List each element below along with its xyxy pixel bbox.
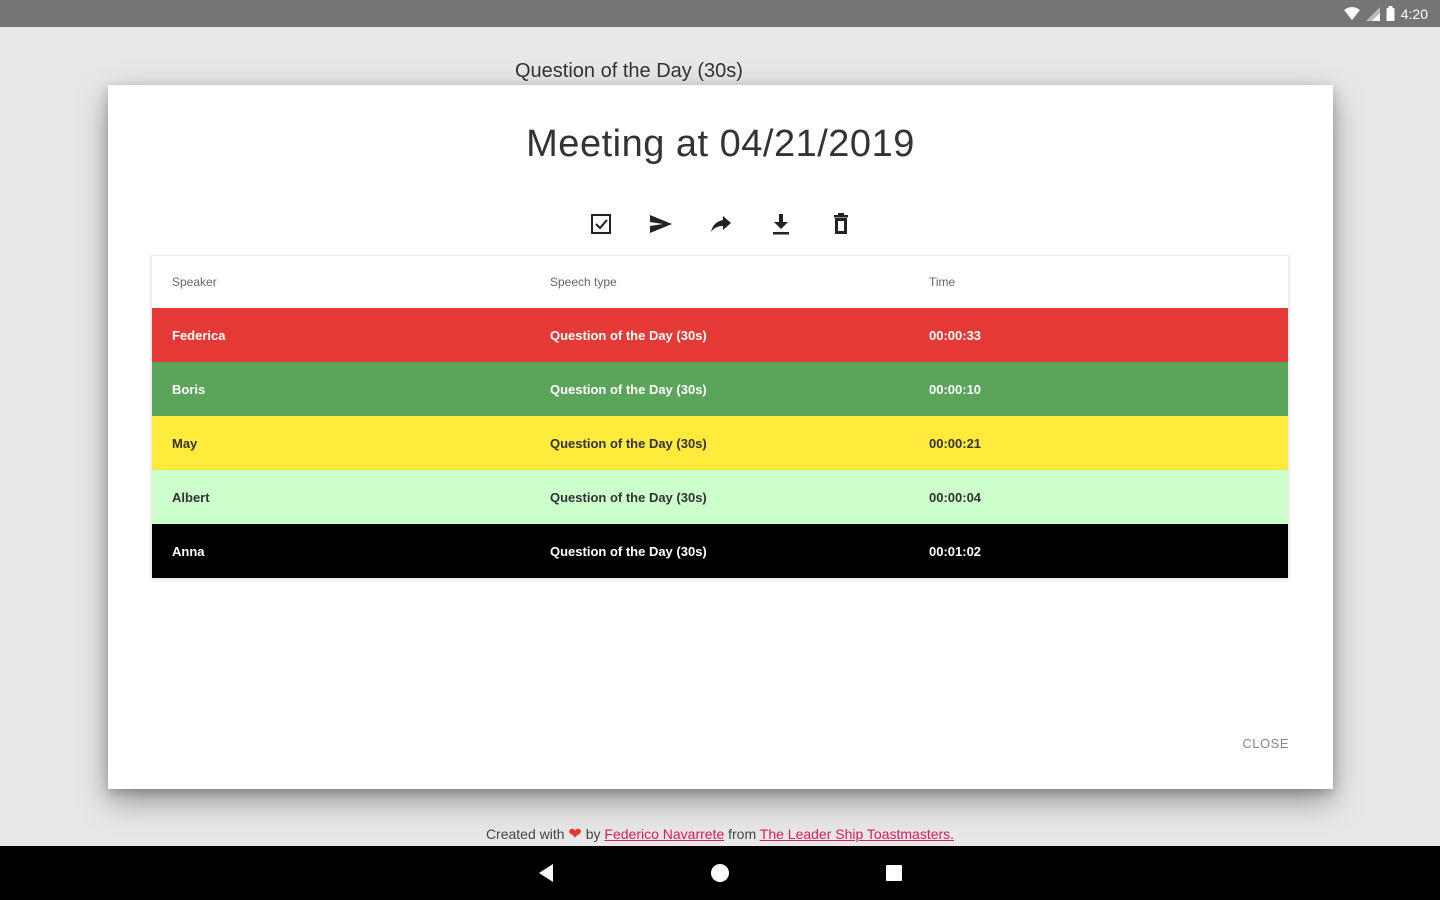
time-cell: 00:00:33 [929,327,982,343]
background-title: Question of the Day (30s) [515,60,743,82]
navigation-bar [0,846,1440,900]
table-row[interactable]: Albert Question of the Day (30s) 00:00:04 [152,470,1288,524]
club-link[interactable]: The Leader Ship Toastmasters. [760,826,954,842]
footer-prefix: Created with [485,826,565,842]
home-icon[interactable] [708,861,732,885]
delete-icon[interactable] [829,211,853,237]
speaker-cell: Federica [172,327,226,343]
speaker-cell: Albert [172,489,210,505]
footer-from: from [728,826,757,842]
time-cell: 00:00:21 [929,435,982,451]
speaker-cell: May [172,435,198,451]
dialog-title: Meeting at 04/21/2019 [526,123,915,165]
header-time: Time [929,275,956,289]
table-body: Federica Question of the Day (30s) 00:00:3… [152,308,1288,578]
time-cell: 00:00:10 [929,381,982,397]
download-icon[interactable] [769,211,793,237]
table-row[interactable]: Federica Question of the Day (30s) 00:00:3… [152,308,1288,362]
toolbar [108,211,1333,237]
header-speaker: Speaker [172,275,217,289]
table-row[interactable]: May Question of the Day (30s) 00:00:21 [152,416,1288,470]
speaker-cell: Boris [172,381,206,397]
meeting-dialog: Meeting at 04/21/2019 Speaker Speech typ… [108,85,1333,789]
speech-type-cell: Question of the Day (30s) [550,327,707,343]
wifi-icon [1343,6,1360,21]
recents-icon[interactable] [882,861,906,885]
table-header: Speaker Speech type Time [152,256,1288,308]
speaker-cell: Anna [172,543,205,559]
time-cell: 00:00:04 [929,489,982,505]
speech-type-cell: Question of the Day (30s) [550,381,707,397]
speech-type-cell: Question of the Day (30s) [550,543,707,559]
speeches-table: Speaker Speech type Time Federica Questio… [151,255,1289,579]
speech-type-cell: Question of the Day (30s) [550,489,707,505]
status-time: 4:20 [1400,5,1428,22]
table-row[interactable]: Anna Question of the Day (30s) 00:01:02 [152,524,1288,578]
table-row[interactable]: Boris Question of the Day (30s) 00:00:10 [152,362,1288,416]
select-all-icon[interactable] [589,211,613,237]
speech-type-cell: Question of the Day (30s) [550,435,707,451]
author-link[interactable]: Federico Navarrete [604,826,724,842]
footer: Created with ❤ by Federico Navarrete fro… [0,824,1440,844]
battery-icon [1386,6,1395,21]
send-icon[interactable] [649,211,673,237]
status-bar: 4:20 [0,0,1440,27]
header-speech-type: Speech type [550,275,617,289]
time-cell: 00:01:02 [929,543,982,559]
share-icon[interactable] [709,211,733,237]
signal-icon [1365,6,1380,21]
heart-icon: ❤ [568,826,582,843]
back-icon[interactable] [534,861,558,885]
footer-by: by [585,826,601,842]
close-button[interactable]: CLOSE [1242,736,1289,751]
